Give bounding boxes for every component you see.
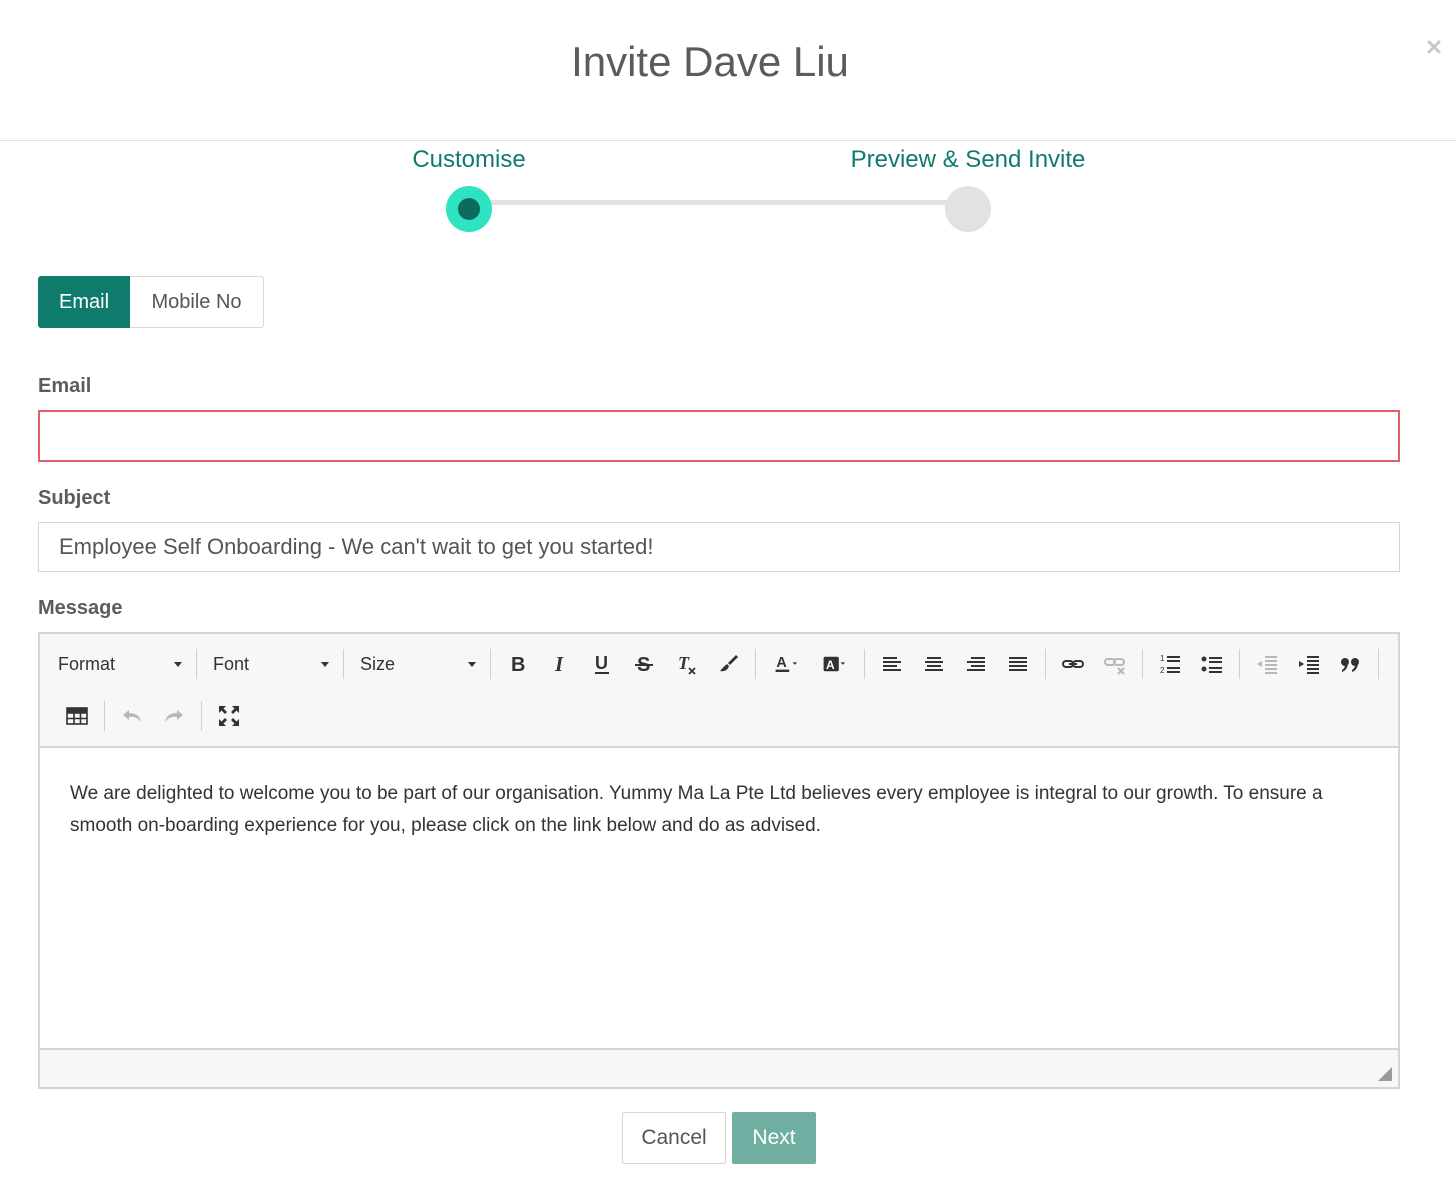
svg-text:A: A bbox=[826, 658, 835, 672]
italic-icon[interactable]: I bbox=[542, 646, 578, 682]
svg-text:I: I bbox=[554, 652, 564, 676]
link-icon[interactable] bbox=[1055, 646, 1091, 682]
font-dropdown[interactable]: Font bbox=[203, 646, 337, 682]
paint-brush-icon[interactable] bbox=[710, 646, 746, 682]
align-justify-icon[interactable] bbox=[1000, 646, 1036, 682]
email-toggle-button[interactable]: Email bbox=[38, 276, 130, 328]
toolbar-row-2 bbox=[56, 693, 250, 739]
align-center-icon[interactable] bbox=[916, 646, 952, 682]
toolbar-row-1: Format Font Size B I U S T A A 12 bbox=[48, 641, 1385, 687]
resize-handle-icon[interactable] bbox=[1378, 1067, 1392, 1081]
align-left-icon[interactable] bbox=[874, 646, 910, 682]
svg-text:T: T bbox=[678, 653, 690, 673]
chevron-down-icon bbox=[321, 662, 329, 667]
next-button[interactable]: Next bbox=[732, 1112, 816, 1164]
svg-text:B: B bbox=[511, 654, 525, 676]
background-color-icon[interactable]: A bbox=[813, 646, 855, 682]
size-dropdown[interactable]: Size bbox=[350, 646, 484, 682]
toolbar-separator bbox=[864, 649, 865, 679]
svg-text:U: U bbox=[595, 653, 608, 673]
size-dropdown-label: Size bbox=[360, 653, 396, 674]
align-right-icon[interactable] bbox=[958, 646, 994, 682]
step-label-customise: Customise bbox=[412, 146, 526, 173]
close-icon[interactable] bbox=[1422, 34, 1446, 60]
toolbar-separator bbox=[196, 649, 197, 679]
modal-header: Invite Dave Liu bbox=[0, 0, 1456, 141]
blockquote-icon[interactable] bbox=[1333, 646, 1369, 682]
email-field[interactable] bbox=[38, 410, 1400, 462]
table-icon[interactable] bbox=[59, 698, 95, 734]
subject-field[interactable] bbox=[38, 522, 1400, 572]
svg-text:A: A bbox=[776, 655, 787, 671]
toolbar-separator bbox=[201, 701, 202, 731]
chevron-down-icon bbox=[468, 662, 476, 667]
bullet-list-icon[interactable] bbox=[1194, 646, 1230, 682]
toolbar-separator bbox=[1378, 649, 1379, 679]
indent-icon[interactable] bbox=[1291, 646, 1327, 682]
font-dropdown-label: Font bbox=[213, 653, 250, 674]
format-dropdown-label: Format bbox=[58, 653, 116, 674]
underline-icon[interactable]: U bbox=[584, 646, 620, 682]
remove-format-icon[interactable]: T bbox=[668, 646, 704, 682]
chevron-down-icon bbox=[174, 662, 182, 667]
strikethrough-icon[interactable]: S bbox=[626, 646, 662, 682]
channel-toggle: Email Mobile No bbox=[38, 276, 264, 328]
format-dropdown[interactable]: Format bbox=[48, 646, 190, 682]
unlink-icon[interactable] bbox=[1097, 646, 1133, 682]
message-editor: Format Font Size B I U S T A A 12 We are… bbox=[38, 632, 1400, 1089]
toolbar-separator bbox=[490, 649, 491, 679]
message-content[interactable]: We are delighted to welcome you to be pa… bbox=[40, 748, 1398, 1050]
toolbar-separator bbox=[104, 701, 105, 731]
toolbar-separator bbox=[755, 649, 756, 679]
toolbar-separator bbox=[343, 649, 344, 679]
editor-toolbar: Format Font Size B I U S T A A 12 bbox=[40, 634, 1398, 748]
step-dot-customise bbox=[446, 186, 492, 232]
mobile-toggle-button[interactable]: Mobile No bbox=[130, 276, 264, 328]
numbered-list-icon[interactable]: 12 bbox=[1152, 646, 1188, 682]
text-color-icon[interactable]: A bbox=[765, 646, 807, 682]
redo-icon[interactable] bbox=[156, 698, 192, 734]
cancel-button[interactable]: Cancel bbox=[622, 1112, 726, 1164]
step-track bbox=[469, 200, 968, 205]
outdent-icon[interactable] bbox=[1249, 646, 1285, 682]
toolbar-separator bbox=[1045, 649, 1046, 679]
bold-icon[interactable]: B bbox=[500, 646, 536, 682]
toolbar-separator bbox=[1142, 649, 1143, 679]
undo-icon[interactable] bbox=[114, 698, 150, 734]
subject-label: Subject bbox=[38, 487, 111, 509]
maximize-icon[interactable] bbox=[211, 698, 247, 734]
modal-title: Invite Dave Liu bbox=[571, 38, 849, 85]
step-dot-preview-send bbox=[945, 186, 991, 232]
stepper: Customise Preview & Send Invite bbox=[0, 141, 1456, 241]
email-label: Email bbox=[38, 375, 92, 397]
step-label-preview-send: Preview & Send Invite bbox=[850, 146, 1086, 173]
toolbar-separator bbox=[1239, 649, 1240, 679]
svg-text:2: 2 bbox=[1160, 666, 1165, 675]
message-label: Message bbox=[38, 597, 123, 619]
svg-text:1: 1 bbox=[1160, 654, 1165, 663]
